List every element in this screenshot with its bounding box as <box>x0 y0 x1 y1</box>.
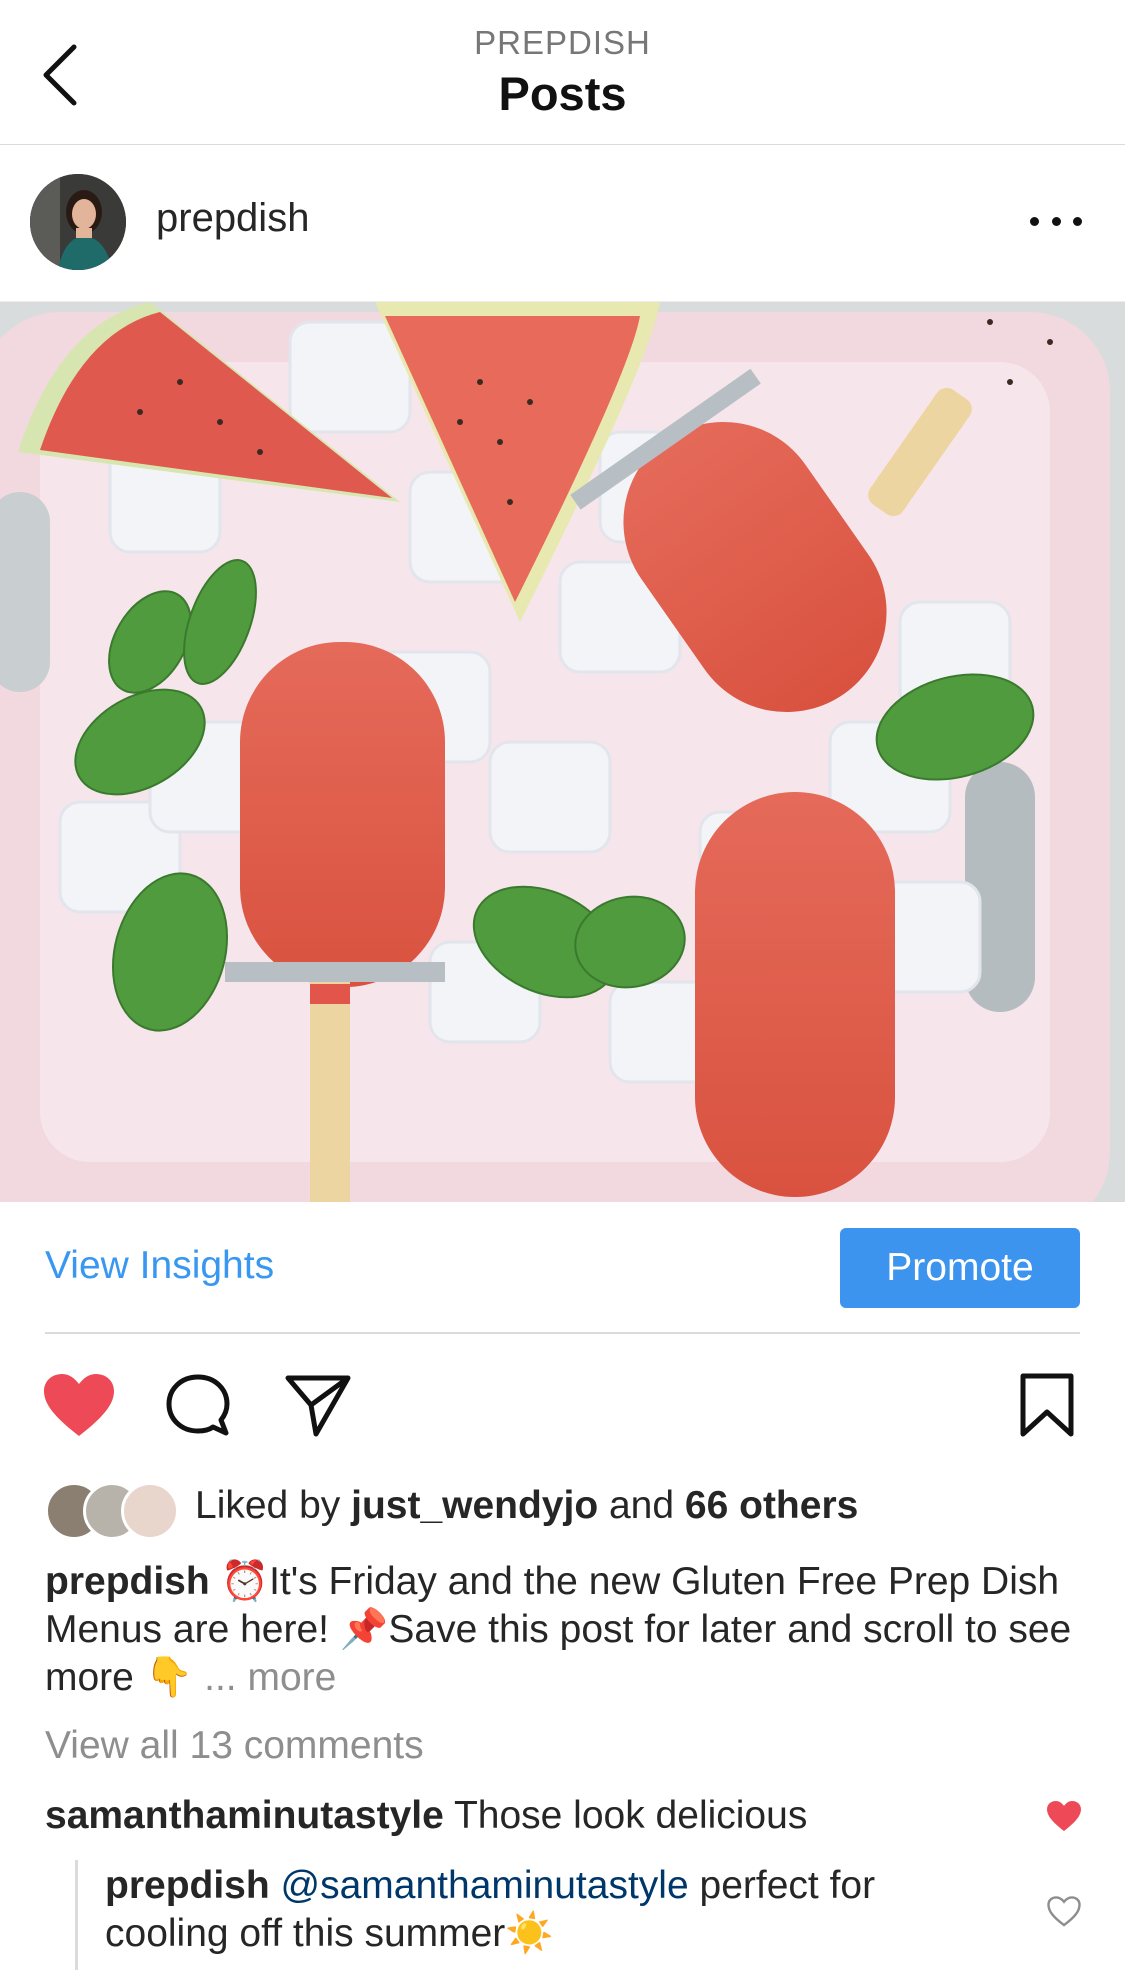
liker-avatars[interactable] <box>45 1482 179 1540</box>
likes-summary[interactable]: Liked by just_wendyjo and 66 others <box>195 1484 858 1528</box>
reply-comment: prepdish @samanthaminutastyle perfect fo… <box>105 1864 876 1955</box>
promote-button[interactable]: Promote <box>840 1228 1080 1308</box>
share-icon[interactable] <box>284 1372 354 1443</box>
comment-username[interactable]: samanthaminutastyle <box>45 1794 444 1837</box>
caption-more-link[interactable]: ... more <box>204 1656 336 1699</box>
comment-like-heart-icon[interactable] <box>1046 1800 1082 1837</box>
more-options-icon[interactable] <box>1030 203 1082 239</box>
comment-icon[interactable] <box>164 1372 232 1443</box>
reply-mention[interactable]: @samanthaminutastyle <box>281 1864 689 1907</box>
divider <box>45 1332 1080 1334</box>
page-title: Posts <box>498 67 627 120</box>
post-username[interactable]: prepdish <box>156 196 309 241</box>
likes-count[interactable]: 66 others <box>685 1484 858 1527</box>
reply-username[interactable]: prepdish <box>105 1864 270 1907</box>
avatar[interactable] <box>30 174 126 270</box>
post-image[interactable] <box>0 302 1125 1202</box>
caption-username[interactable]: prepdish <box>45 1560 210 1603</box>
comment-text: Those look delicious <box>453 1794 808 1837</box>
heart-icon[interactable] <box>42 1372 116 1443</box>
account-name-header: PREPDISH <box>474 24 651 61</box>
reply-like-heart-icon[interactable] <box>1046 1895 1082 1932</box>
view-all-comments-link[interactable]: View all 13 comments <box>45 1724 424 1768</box>
post-caption: prepdish ⏰It's Friday and the new Gluten… <box>45 1560 1072 1699</box>
liker-username[interactable]: just_wendyjo <box>351 1484 598 1527</box>
comment: samanthaminutastyle Those look delicious <box>45 1794 807 1838</box>
view-insights-link[interactable]: View Insights <box>45 1244 274 1288</box>
bookmark-icon[interactable] <box>1018 1372 1076 1443</box>
reply-thread-line <box>75 1860 78 1970</box>
